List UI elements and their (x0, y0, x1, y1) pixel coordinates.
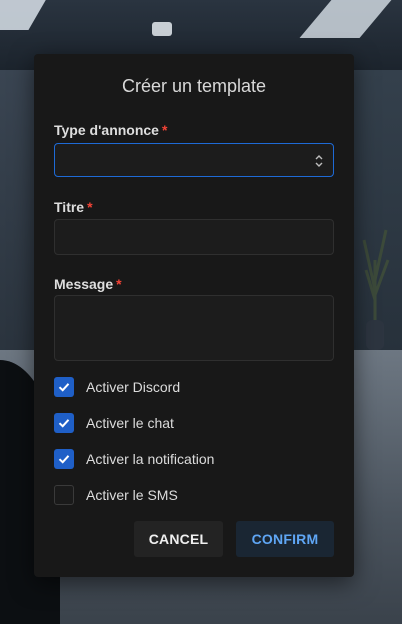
check-icon (58, 455, 70, 464)
type-label-text: Type d'annonce (54, 122, 159, 138)
message-label-text: Message (54, 276, 114, 292)
required-mark: * (116, 276, 122, 292)
message-textarea[interactable] (55, 296, 333, 360)
sms-checkbox-label: Activer le SMS (86, 487, 178, 503)
required-mark: * (161, 122, 168, 138)
plant-decoration (362, 229, 390, 350)
checkbox-row-sms[interactable]: Activer le SMS (54, 485, 178, 505)
checkbox-row-chat[interactable]: Activer le chat (54, 413, 174, 433)
create-template-dialog: Créer un template Type d'annonce * Titre *… (34, 54, 354, 577)
chat-checkbox[interactable] (54, 413, 74, 433)
select-arrows-icon (315, 155, 323, 167)
check-icon (58, 383, 70, 392)
titre-label-text: Titre (54, 199, 85, 215)
dialog-title: Créer un template (121, 76, 267, 96)
titre-input[interactable] (55, 220, 333, 254)
discord-checkbox[interactable] (54, 377, 74, 397)
message-field-label: Message * (54, 276, 122, 292)
notification-checkbox[interactable] (54, 449, 74, 469)
required-mark: * (87, 199, 93, 215)
check-icon (58, 419, 70, 428)
chat-checkbox-label: Activer le chat (86, 415, 174, 431)
notification-checkbox-label: Activer la notification (86, 451, 215, 467)
wall-left (0, 70, 36, 360)
titre-field-label: Titre * (54, 199, 93, 215)
message-textarea-wrapper[interactable] (54, 295, 334, 361)
discord-checkbox-label: Activer Discord (86, 379, 181, 395)
type-select[interactable] (54, 143, 334, 177)
security-camera (152, 22, 172, 36)
sms-checkbox[interactable] (54, 485, 74, 505)
titre-input-wrapper[interactable] (54, 219, 334, 255)
confirm-button[interactable]: CONFIRM (236, 521, 334, 557)
checkbox-row-discord[interactable]: Activer Discord (54, 377, 180, 397)
checkbox-row-notification[interactable]: Activer la notification (54, 449, 214, 469)
type-field-label: Type d'annonce * (54, 122, 167, 138)
cancel-button[interactable]: CANCEL (134, 521, 223, 557)
type-select-input[interactable] (55, 144, 333, 176)
